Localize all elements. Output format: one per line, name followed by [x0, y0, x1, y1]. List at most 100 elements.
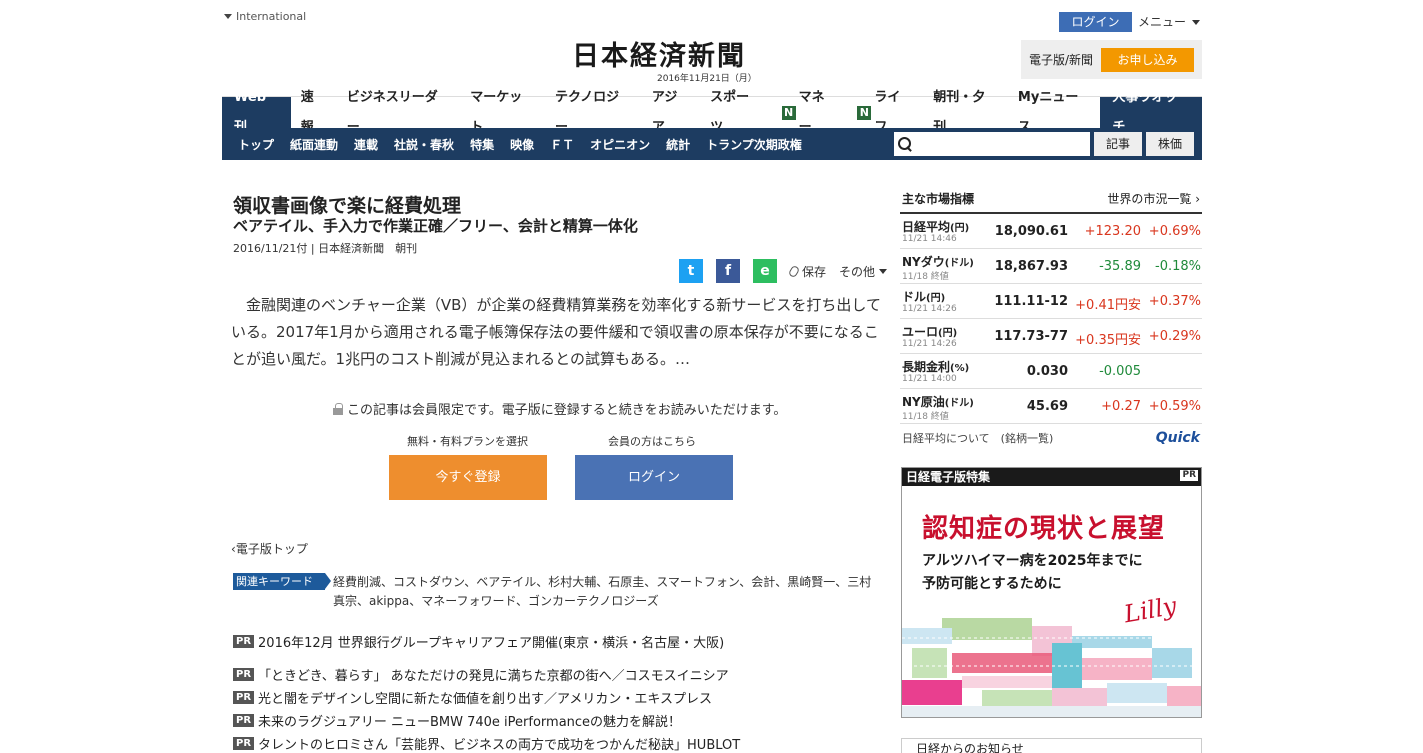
subnav-editorial[interactable]: 社説・春秋 [386, 136, 462, 153]
market-row[interactable]: 日経平均(円) 11/21 14:46 18,090.61 +123.20 +0.69% [900, 214, 1202, 249]
article-meta: 2016/11/21付 | 日本経済新聞 朝刊 [233, 242, 418, 255]
header-menu-button[interactable]: メニュー [1138, 12, 1201, 32]
nav-web[interactable]: Web刊 [222, 90, 291, 135]
pr-link[interactable]: PR 2016年12月 世界銀行グループキャリアフェア開催(東京・横浜・名古屋・… [233, 632, 724, 651]
nav-mynews[interactable]: Myニュース [1008, 90, 1100, 135]
market-value: 111.11-12 [994, 294, 1068, 309]
nav-life[interactable]: N ライフ [847, 90, 923, 135]
search-stock-button[interactable]: 株価 [1146, 132, 1194, 156]
nikkei-notice[interactable]: 日経からのお知らせ [901, 738, 1202, 753]
menu-label: メニュー [1138, 15, 1187, 29]
market-name: 日経平均(円) [902, 220, 970, 234]
twitter-icon[interactable]: t [679, 259, 703, 283]
market-footer: 日経平均について (銘柄一覧) Quick [900, 424, 1202, 452]
subnav-opinion[interactable]: オピニオン [582, 136, 658, 153]
market-time: 11/18 終値 [902, 412, 949, 422]
pr-link[interactable]: PR 未来のラグジュアリー ニューBMW 740e iPerformanceの魅… [233, 711, 681, 730]
market-value: 0.030 [1026, 364, 1068, 379]
nav-business-leader[interactable]: ビジネスリーダー [337, 90, 461, 135]
market-change: +0.35円安 [1075, 333, 1141, 348]
subscribe-button[interactable]: お申し込み [1101, 47, 1195, 72]
nav-breaking[interactable]: 速報 [291, 90, 337, 135]
pr-link-text: 未来のラグジュアリー ニューBMW 740e iPerformanceの魅力を解… [258, 715, 682, 730]
pr-link[interactable]: PR タレントのヒロミさん「芸能界、ビジネスの両方で成功をつかんだ秘訣」HUBL… [233, 734, 740, 753]
pr-badge: PR [233, 668, 255, 681]
member-label: 会員の方はこちら [608, 435, 696, 448]
evernote-icon[interactable]: e [753, 259, 777, 283]
world-market-link[interactable]: 世界の市況一覧 › [1107, 190, 1200, 207]
pr-link[interactable]: PR 光と闇をデザインし空間に新たな価値を創り出す／アメリカン・エキスプレス [233, 688, 712, 707]
pr-link[interactable]: PR 「ときどき、暮らす」 あなただけの発見に満ちた京都の街へ／コスモスイニシア [233, 665, 729, 684]
market-change: -35.89 [1099, 259, 1141, 274]
nav-personnel-watch[interactable]: 人事ウオッチ [1100, 90, 1203, 135]
international-link[interactable]: International [224, 10, 306, 23]
subnav-paper-link[interactable]: 紙面連動 [282, 136, 346, 153]
related-keyword-label: 関連キーワード [233, 573, 331, 590]
subnav-series[interactable]: 連載 [346, 136, 386, 153]
subnav-ft[interactable]: ＦＴ [542, 136, 582, 153]
more-label: その他 [839, 264, 876, 279]
market-change-pct: +0.59% [1148, 399, 1201, 414]
register-button[interactable]: 今すぐ登録 [389, 455, 547, 500]
search-input[interactable] [916, 134, 1090, 154]
market-time: 11/18 終値 [902, 272, 949, 282]
subnav-top[interactable]: トップ [222, 136, 282, 153]
nikkei-about-link[interactable]: 日経平均について (銘柄一覧) [902, 430, 1053, 446]
nav-market[interactable]: マーケット [460, 90, 545, 135]
caret-down-icon [879, 268, 888, 274]
ad-pr-badge: PR [1180, 470, 1198, 481]
subnav-stats[interactable]: 統計 [658, 136, 698, 153]
pr-badge: PR [233, 691, 255, 704]
subnav-video[interactable]: 映像 [502, 136, 542, 153]
article-title: 領収書画像で楽に経費処理 [233, 195, 462, 217]
market-row[interactable]: ドル(円) 11/21 14:26 111.11-12 +0.41円安 +0.37% [900, 284, 1202, 319]
more-share-button[interactable]: その他 [839, 263, 888, 280]
n-logo-icon: N [857, 105, 872, 120]
market-change: +0.41円安 [1075, 298, 1141, 313]
page: International 日本経済新聞 2016年11月21日（月） ログイン… [0, 0, 1423, 753]
search-icon[interactable] [898, 137, 912, 151]
market-value: 117.73-77 [994, 329, 1068, 344]
pr-badge: PR [233, 714, 255, 727]
market-change: +0.27 [1101, 399, 1141, 414]
primary-nav: Web刊 速報 ビジネスリーダー マーケット テクノロジー アジア スポーツ N… [222, 90, 1203, 135]
ad-subtitle-line2: 予防可能とするために [922, 576, 1062, 592]
market-name: NY原油(ドル) [902, 395, 974, 409]
market-time: 11/21 14:00 [902, 374, 957, 384]
market-time: 11/21 14:26 [902, 304, 957, 314]
market-change-pct: +0.29% [1148, 329, 1201, 344]
related-keywords[interactable]: 経費削減、コストダウン、ベアテイル、杉村大輔、石原圭、スマートフォン、会計、黒崎… [333, 573, 878, 611]
ad-banner[interactable]: 日経電子版特集 PR 認知症の現状と展望 アルツハイマー病を2025年までに 予… [901, 467, 1202, 718]
member-only-text: この記事は会員限定です。電子版に登録すると続きをお読みいただけます。 [347, 403, 787, 418]
nav-asia[interactable]: アジア [642, 90, 700, 135]
search-article-button[interactable]: 記事 [1094, 132, 1142, 156]
facebook-icon[interactable]: f [716, 259, 740, 283]
market-name: ユーロ(円) [902, 325, 958, 339]
caret-down-icon [224, 14, 232, 19]
nav-sports[interactable]: スポーツ [700, 90, 772, 135]
nav-technology[interactable]: テクノロジー [545, 90, 642, 135]
market-header: 主な市場指標 世界の市況一覧 › [900, 186, 1202, 214]
save-button[interactable]: 保存 [787, 263, 826, 280]
market-name: NYダウ(ドル) [902, 255, 974, 269]
market-change: -0.005 [1099, 364, 1141, 379]
subnav-feature[interactable]: 特集 [462, 136, 502, 153]
market-row[interactable]: 長期金利(%) 11/21 14:00 0.030 -0.005 [900, 354, 1202, 389]
market-row[interactable]: NYダウ(ドル) 11/18 終値 18,867.93 -35.89 -0.18% [900, 249, 1202, 284]
ad-header-label: 日経電子版特集 [906, 470, 991, 484]
market-row[interactable]: NY原油(ドル) 11/18 終値 45.69 +0.27 +0.59% [900, 389, 1202, 424]
ad-artwork [902, 618, 1201, 717]
ad-header: 日経電子版特集 PR [902, 468, 1201, 486]
quick-logo[interactable]: Quick [1156, 430, 1200, 446]
market-row[interactable]: ユーロ(円) 11/21 14:26 117.73-77 +0.35円安 +0.29% [900, 319, 1202, 354]
market-change-pct: +0.69% [1148, 224, 1201, 239]
header-login-button[interactable]: ログイン [1059, 12, 1132, 32]
login-button[interactable]: ログイン [575, 455, 733, 500]
site-logo[interactable]: 日本経済新聞 [572, 34, 746, 73]
market-time: 11/21 14:46 [902, 234, 957, 244]
nav-paper[interactable]: 朝刊・夕刊 [923, 90, 1008, 135]
nav-money[interactable]: N マネー [772, 90, 848, 135]
subnav-trump[interactable]: トランプ次期政権 [698, 136, 810, 153]
back-to-top-link[interactable]: ‹電子版トップ [231, 540, 308, 557]
market-indicators: 主な市場指標 世界の市況一覧 › 日経平均(円) 11/21 14:46 18,09… [900, 186, 1202, 452]
